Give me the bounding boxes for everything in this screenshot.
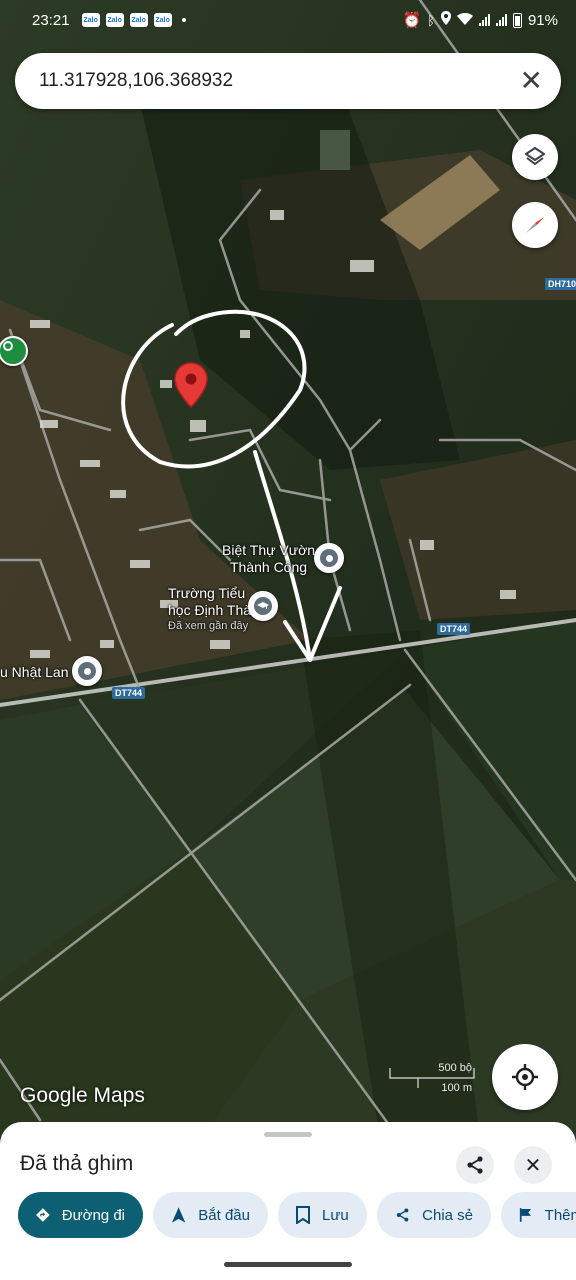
scale-imperial: 500 bộ: [438, 1062, 472, 1074]
my-location-icon: [512, 1064, 538, 1090]
more-button[interactable]: Thêm: [501, 1192, 576, 1238]
search-input[interactable]: 11.317928,106.368932: [39, 70, 520, 92]
more-notifications-icon: [181, 18, 186, 22]
battery-icon: [512, 12, 522, 28]
battery-percent: 91%: [527, 11, 558, 29]
share-icon: [396, 1208, 409, 1222]
save-label: Lưu: [322, 1206, 349, 1224]
search-bar[interactable]: 11.317928,106.368932 ✕: [15, 53, 561, 109]
location-icon: [440, 11, 451, 29]
bluetooth-icon: ᛒ: [427, 12, 435, 28]
share-chip-button[interactable]: Chia sẻ: [377, 1192, 491, 1238]
layers-icon: [525, 147, 545, 165]
poi-left-marker-icon[interactable]: [72, 656, 102, 686]
poi-villa-label[interactable]: Biệt Thự Vườn Thành Công: [222, 542, 315, 576]
road-shield-dt744-left: DT744: [112, 687, 146, 699]
share-button[interactable]: [456, 1146, 494, 1184]
compass-button[interactable]: [512, 202, 558, 248]
sheet-title: Đã thả ghim: [20, 1152, 134, 1175]
close-icon[interactable]: ✕: [520, 67, 543, 95]
dropped-pin-icon[interactable]: [174, 362, 208, 408]
more-label: Thêm: [544, 1206, 576, 1224]
poi-left-label[interactable]: u Nhật Lan: [0, 664, 69, 681]
poi-villa-marker-icon[interactable]: [314, 543, 344, 573]
share-label: Chia sẻ: [422, 1206, 473, 1224]
directions-label: Đường đi: [61, 1206, 125, 1224]
scale-metric: 100 m: [441, 1082, 472, 1094]
road-shield-dt744-right: DT744: [437, 623, 471, 635]
alarm-icon: ⏰: [402, 12, 422, 29]
directions-button[interactable]: Đường đi: [18, 1192, 143, 1238]
start-button[interactable]: Bắt đầu: [153, 1192, 268, 1238]
zalo-notification-icon: Zalo: [129, 13, 148, 27]
bookmark-icon: [296, 1206, 310, 1224]
place-bottom-sheet[interactable]: Đã thả ghim ✕ Đường đi Bắt đầu Lưu Chia …: [0, 1122, 576, 1280]
compass-icon: [526, 217, 544, 233]
action-chips: Đường đi Bắt đầu Lưu Chia sẻ Thêm: [18, 1192, 576, 1238]
map-scale: 500 bộ 100 m: [388, 1062, 476, 1096]
layers-button[interactable]: [512, 134, 558, 180]
flag-icon: [519, 1208, 531, 1222]
navigation-arrow-icon: [171, 1207, 186, 1223]
gesture-nav-bar[interactable]: [224, 1262, 352, 1267]
directions-icon: [36, 1208, 50, 1222]
google-maps-logo: Google Maps: [20, 1084, 145, 1107]
save-button[interactable]: Lưu: [278, 1192, 367, 1238]
close-sheet-button[interactable]: ✕: [514, 1146, 552, 1184]
status-bar: 23:21 Zalo Zalo Zalo Zalo ⏰ ᛒ 91%: [0, 0, 576, 40]
close-icon: ✕: [524, 1154, 542, 1177]
zalo-notification-icon: Zalo: [153, 13, 172, 27]
my-location-button[interactable]: [492, 1044, 558, 1110]
road-shield-dh710: DH710: [545, 278, 576, 290]
share-icon: [467, 1156, 483, 1174]
clock: 23:21: [32, 11, 70, 29]
signal-1-icon: [478, 14, 490, 26]
zalo-notification-icon: Zalo: [105, 13, 124, 27]
school-marker-icon[interactable]: [248, 591, 278, 621]
start-label: Bắt đầu: [198, 1206, 250, 1224]
school-recently-viewed-label: Đã xem gần đây: [168, 620, 249, 632]
zalo-notification-icon: Zalo: [81, 13, 100, 27]
wifi-icon: [456, 12, 473, 29]
signal-2-icon: [495, 14, 507, 26]
sheet-drag-handle[interactable]: [264, 1132, 312, 1137]
